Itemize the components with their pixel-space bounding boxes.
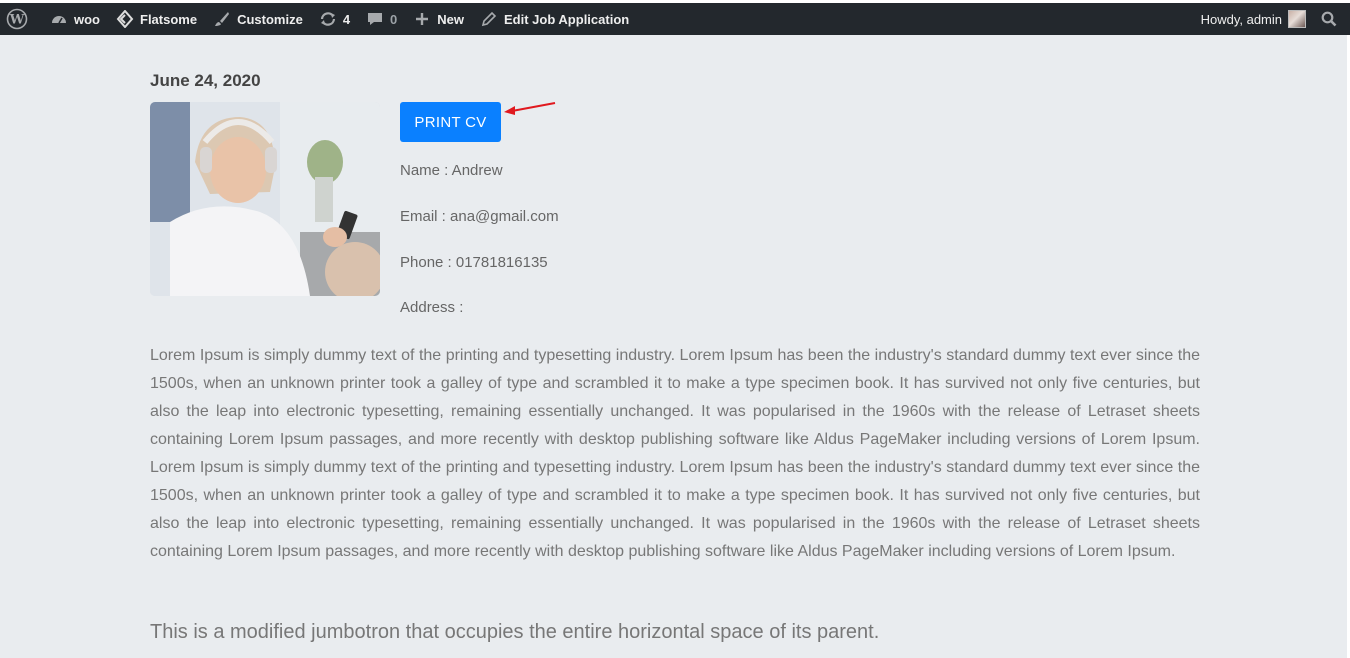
bio-paragraph: Lorem Ipsum is simply dummy text of the …: [150, 347, 1200, 560]
flatsome-menu[interactable]: Flatsome: [108, 3, 205, 35]
updates-icon: [319, 10, 337, 28]
flatsome-icon: [116, 10, 134, 28]
my-account-menu[interactable]: Howdy, admin: [1193, 3, 1314, 35]
new-content-menu[interactable]: New: [405, 3, 472, 35]
phone-field: Phone : 01781816135: [400, 254, 548, 271]
wordpress-logo-icon: W: [6, 8, 28, 30]
howdy-text: Howdy, admin: [1200, 11, 1282, 27]
brush-icon: [213, 10, 231, 28]
theme-label: Flatsome: [140, 11, 198, 27]
search-menu[interactable]: [1314, 3, 1350, 35]
customize-menu[interactable]: Customize: [205, 3, 311, 35]
comment-icon: [366, 10, 384, 28]
site-name: woo: [74, 11, 100, 27]
annotation-arrow: [504, 102, 556, 115]
post-date: June 24, 2020: [150, 71, 261, 90]
edit-label: Edit Job Application: [504, 11, 630, 27]
search-icon: [1320, 10, 1338, 28]
updates-count: 4: [342, 11, 351, 27]
edit-menu[interactable]: Edit Job Application: [472, 3, 637, 35]
jumbotron-text: This is a modified jumbotron that occupi…: [150, 621, 880, 643]
admin-bar: W woo Flatsome Customize 4 0 New Edit Jo…: [0, 3, 1350, 35]
avatar: [1288, 10, 1306, 28]
plus-icon: [413, 10, 431, 28]
pencil-icon: [480, 10, 498, 28]
updates-menu[interactable]: 4: [311, 3, 358, 35]
customize-label: Customize: [237, 11, 303, 27]
dashboard-icon: [50, 10, 68, 28]
svg-text:W: W: [9, 13, 25, 28]
wordpress-menu[interactable]: W: [0, 3, 42, 35]
applicant-photo: [150, 102, 380, 296]
comments-menu[interactable]: 0: [358, 3, 405, 35]
comments-count: 0: [390, 11, 398, 27]
print-cv-button[interactable]: PRINT CV: [400, 102, 501, 142]
email-field: Email : ana@gmail.com: [400, 208, 559, 225]
address-field: Address :: [400, 299, 464, 316]
name-field: Name : Andrew: [400, 162, 503, 179]
site-name-menu[interactable]: woo: [42, 3, 108, 35]
new-label: New: [437, 11, 465, 27]
